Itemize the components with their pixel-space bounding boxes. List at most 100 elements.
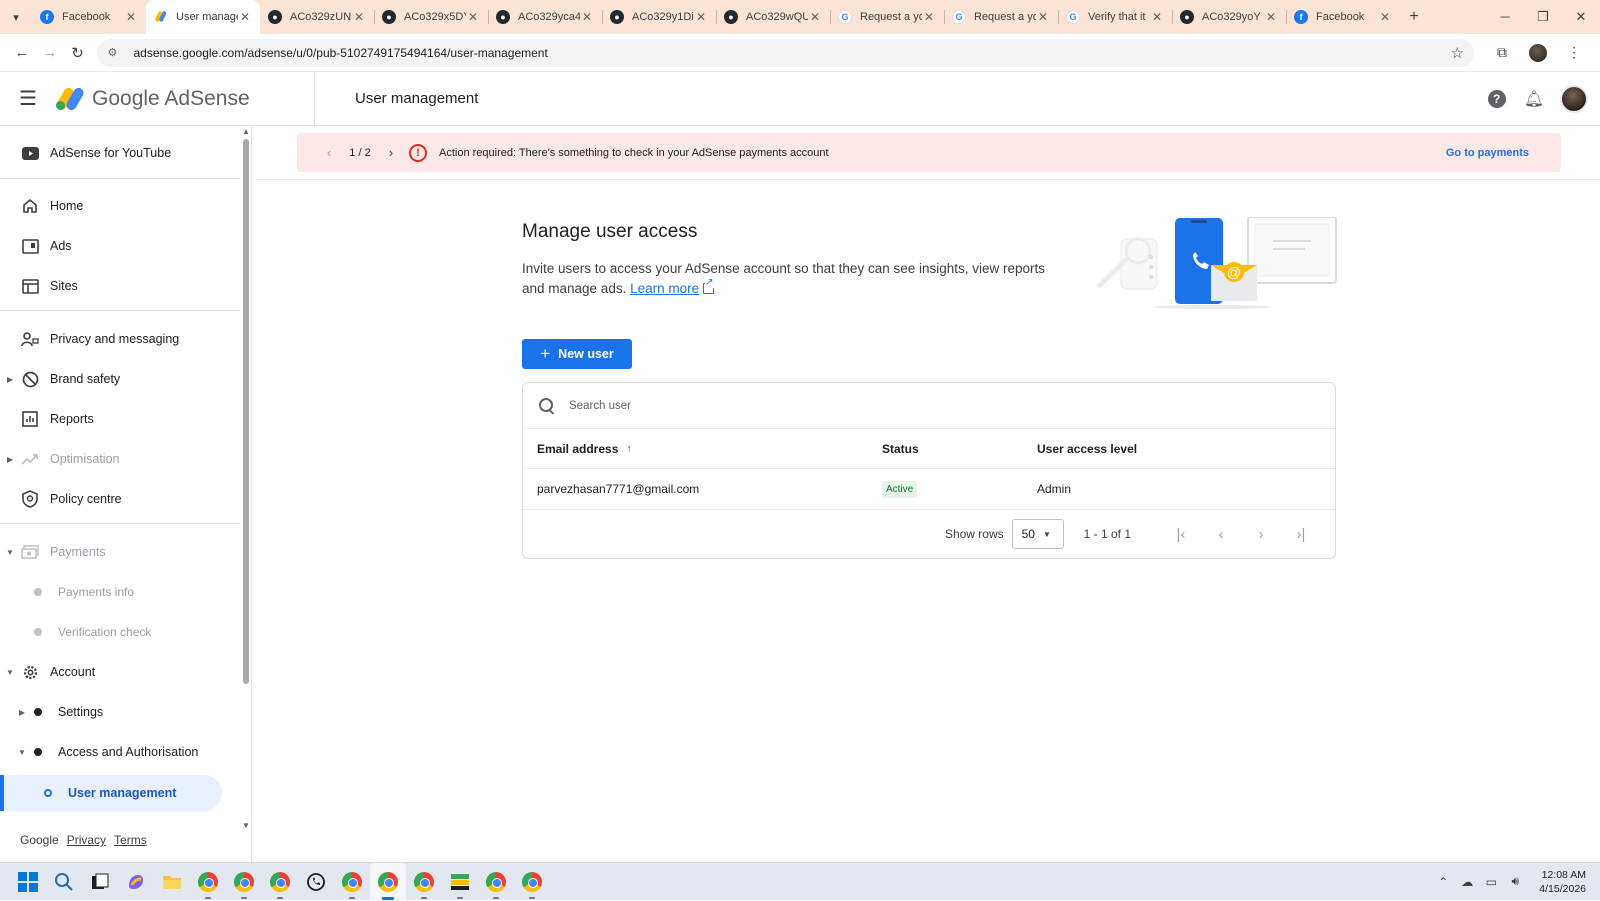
site-info-icon[interactable]: ⚙ (107, 46, 123, 59)
browser-tab[interactable]: G Request a yc ✕ (944, 0, 1058, 34)
sidebar-item-payments-info[interactable]: Payments info (0, 574, 228, 610)
system-clock[interactable]: 12:08 AM 4/15/2026 (1539, 868, 1586, 896)
browser-tab[interactable]: ● ACo329x5DY ✕ (374, 0, 488, 34)
close-tab-icon[interactable]: ✕ (808, 10, 822, 24)
sidebar-scrollbar[interactable]: ▲ ▼ (241, 127, 251, 830)
close-tab-icon[interactable]: ✕ (1036, 10, 1050, 24)
restore-icon[interactable]: ❐ (1524, 9, 1562, 25)
sidebar-item-account[interactable]: ▼ Account (0, 654, 228, 690)
minimize-icon[interactable]: ─ (1486, 9, 1524, 25)
chrome-profile-icon[interactable] (406, 863, 442, 901)
back-icon[interactable]: ← (8, 44, 36, 61)
account-avatar[interactable] (1560, 84, 1588, 113)
sidebar-item-optimisation[interactable]: ▶ Optimisation (0, 441, 228, 477)
sidebar-item-payments[interactable]: ▼ Payments (0, 534, 228, 570)
sidebar-item-home[interactable]: Home (0, 188, 228, 224)
sidebar-item-adsense-youtube[interactable]: AdSense for YouTube (0, 135, 228, 171)
close-tab-icon[interactable]: ✕ (238, 10, 252, 24)
task-view-icon[interactable] (82, 863, 118, 901)
network-icon[interactable]: ▭ (1479, 875, 1503, 889)
chrome-active-icon[interactable] (370, 862, 406, 901)
onedrive-cloud-icon[interactable]: ☁ (1455, 875, 1479, 889)
chrome-profile-icon[interactable] (190, 863, 226, 901)
browser-tab[interactable]: ● ACo329yoY ✕ (1172, 0, 1286, 34)
tab-search-icon[interactable]: ▾ (0, 0, 32, 34)
close-tab-icon[interactable]: ✕ (1378, 10, 1392, 24)
sidebar-item-sites[interactable]: Sites (0, 268, 228, 304)
hamburger-menu-icon[interactable]: ☰ (0, 86, 56, 111)
sidebar-item-settings[interactable]: ▶ Settings (0, 694, 228, 730)
next-page-icon[interactable]: › (1241, 526, 1281, 543)
menu-kebab-icon[interactable]: ⋮ (1556, 44, 1592, 61)
volume-icon[interactable]: 🔊︎ (1503, 874, 1527, 889)
browser-tab-active[interactable]: User manage ✕ (146, 0, 260, 34)
browser-tab[interactable]: ● ACo329yca4 ✕ (488, 0, 602, 34)
sidebar-item-policy-centre[interactable]: Policy centre (0, 481, 228, 517)
browser-tab[interactable]: ● ACo329zUN ✕ (260, 0, 374, 34)
forward-icon[interactable]: → (36, 44, 64, 61)
close-tab-icon[interactable]: ✕ (1264, 10, 1278, 24)
chrome-profile-icon[interactable] (514, 863, 550, 901)
bookmark-star-icon[interactable]: ☆ (1451, 44, 1464, 62)
copilot-icon[interactable] (118, 863, 154, 901)
browser-tab[interactable]: ● ACo329wQU ✕ (716, 0, 830, 34)
sidebar-item-brand-safety[interactable]: ▶ Brand safety (0, 361, 228, 397)
chrome-profile-icon[interactable] (262, 863, 298, 901)
browser-tab[interactable]: G Verify that it ✕ (1058, 0, 1172, 34)
sidebar-item-user-management[interactable]: User management (0, 775, 222, 811)
chevron-right-icon[interactable]: › (379, 145, 403, 160)
chevron-left-icon[interactable]: ‹ (317, 145, 341, 160)
app-stack-icon[interactable] (442, 863, 478, 901)
previous-page-icon[interactable]: ‹ (1201, 526, 1241, 543)
new-tab-button[interactable]: + (1400, 8, 1428, 26)
file-explorer-icon[interactable] (154, 863, 190, 901)
sidebar-item-ads[interactable]: Ads (0, 228, 228, 264)
scroll-down-arrow-icon[interactable]: ▼ (241, 821, 251, 830)
extensions-icon[interactable]: ⧉ (1484, 44, 1520, 61)
close-tab-icon[interactable]: ✕ (922, 10, 936, 24)
chrome-profile-icon[interactable] (478, 863, 514, 901)
scrollbar-thumb[interactable] (243, 139, 249, 684)
browser-tab[interactable]: G Request a yc ✕ (830, 0, 944, 34)
close-tab-icon[interactable]: ✕ (124, 10, 138, 24)
go-to-payments-link[interactable]: Go to payments (1446, 147, 1529, 159)
terms-link[interactable]: Terms (114, 833, 147, 847)
browser-tab[interactable]: f Facebook ✕ (1286, 0, 1400, 34)
address-bar[interactable]: ⚙ adsense.google.com/adsense/u/0/pub-510… (97, 38, 1474, 67)
close-tab-icon[interactable]: ✕ (352, 10, 366, 24)
table-row[interactable]: parvezhasan7771@gmail.com Active Admin (523, 469, 1335, 510)
sidebar-item-reports[interactable]: Reports (0, 401, 228, 437)
profile-avatar[interactable] (1529, 43, 1547, 62)
browser-tab[interactable]: ● ACo329y1Di ✕ (602, 0, 716, 34)
sidebar-item-verification-check[interactable]: Verification check (0, 614, 228, 650)
close-tab-icon[interactable]: ✕ (466, 10, 480, 24)
rows-per-page-select[interactable]: 50 ▼ (1011, 519, 1064, 549)
show-hidden-icons-icon[interactable]: ⌃ (1431, 875, 1455, 889)
close-tab-icon[interactable]: ✕ (580, 10, 594, 24)
adsense-logo[interactable]: Google AdSense (54, 85, 256, 112)
first-page-icon[interactable]: |‹ (1161, 526, 1201, 543)
sort-ascending-icon[interactable]: ↑ (626, 443, 632, 455)
sidebar-item-access-authorisation[interactable]: ▼ Access and Authorisation (0, 734, 228, 770)
close-tab-icon[interactable]: ✕ (694, 10, 708, 24)
help-icon[interactable]: ? (1487, 89, 1506, 108)
sidebar-item-privacy-messaging[interactable]: Privacy and messaging (0, 321, 228, 357)
close-window-icon[interactable]: ✕ (1562, 9, 1600, 25)
notifications-bell-icon[interactable]: 🔔︎ (1524, 89, 1544, 109)
chrome-profile-icon[interactable] (334, 863, 370, 901)
close-tab-icon[interactable]: ✕ (1150, 10, 1164, 24)
new-user-button[interactable]: + New user (522, 339, 632, 369)
chrome-profile-icon[interactable] (226, 863, 262, 901)
windows-start-icon[interactable] (10, 863, 46, 901)
scroll-up-arrow-icon[interactable]: ▲ (241, 127, 251, 136)
whatsapp-icon[interactable] (298, 863, 334, 901)
reload-icon[interactable]: ↻ (64, 44, 92, 62)
learn-more-link[interactable]: Learn more (630, 281, 699, 296)
search-taskbar-icon[interactable] (46, 863, 82, 901)
privacy-link[interactable]: Privacy (67, 833, 106, 847)
last-page-icon[interactable]: ›| (1281, 526, 1321, 543)
column-header-email[interactable]: Email address ↑ (537, 429, 632, 468)
browser-tab[interactable]: f Facebook ✕ (32, 0, 146, 34)
search-user-input[interactable] (569, 399, 1269, 412)
url-text[interactable]: adsense.google.com/adsense/u/0/pub-51027… (133, 46, 1450, 60)
